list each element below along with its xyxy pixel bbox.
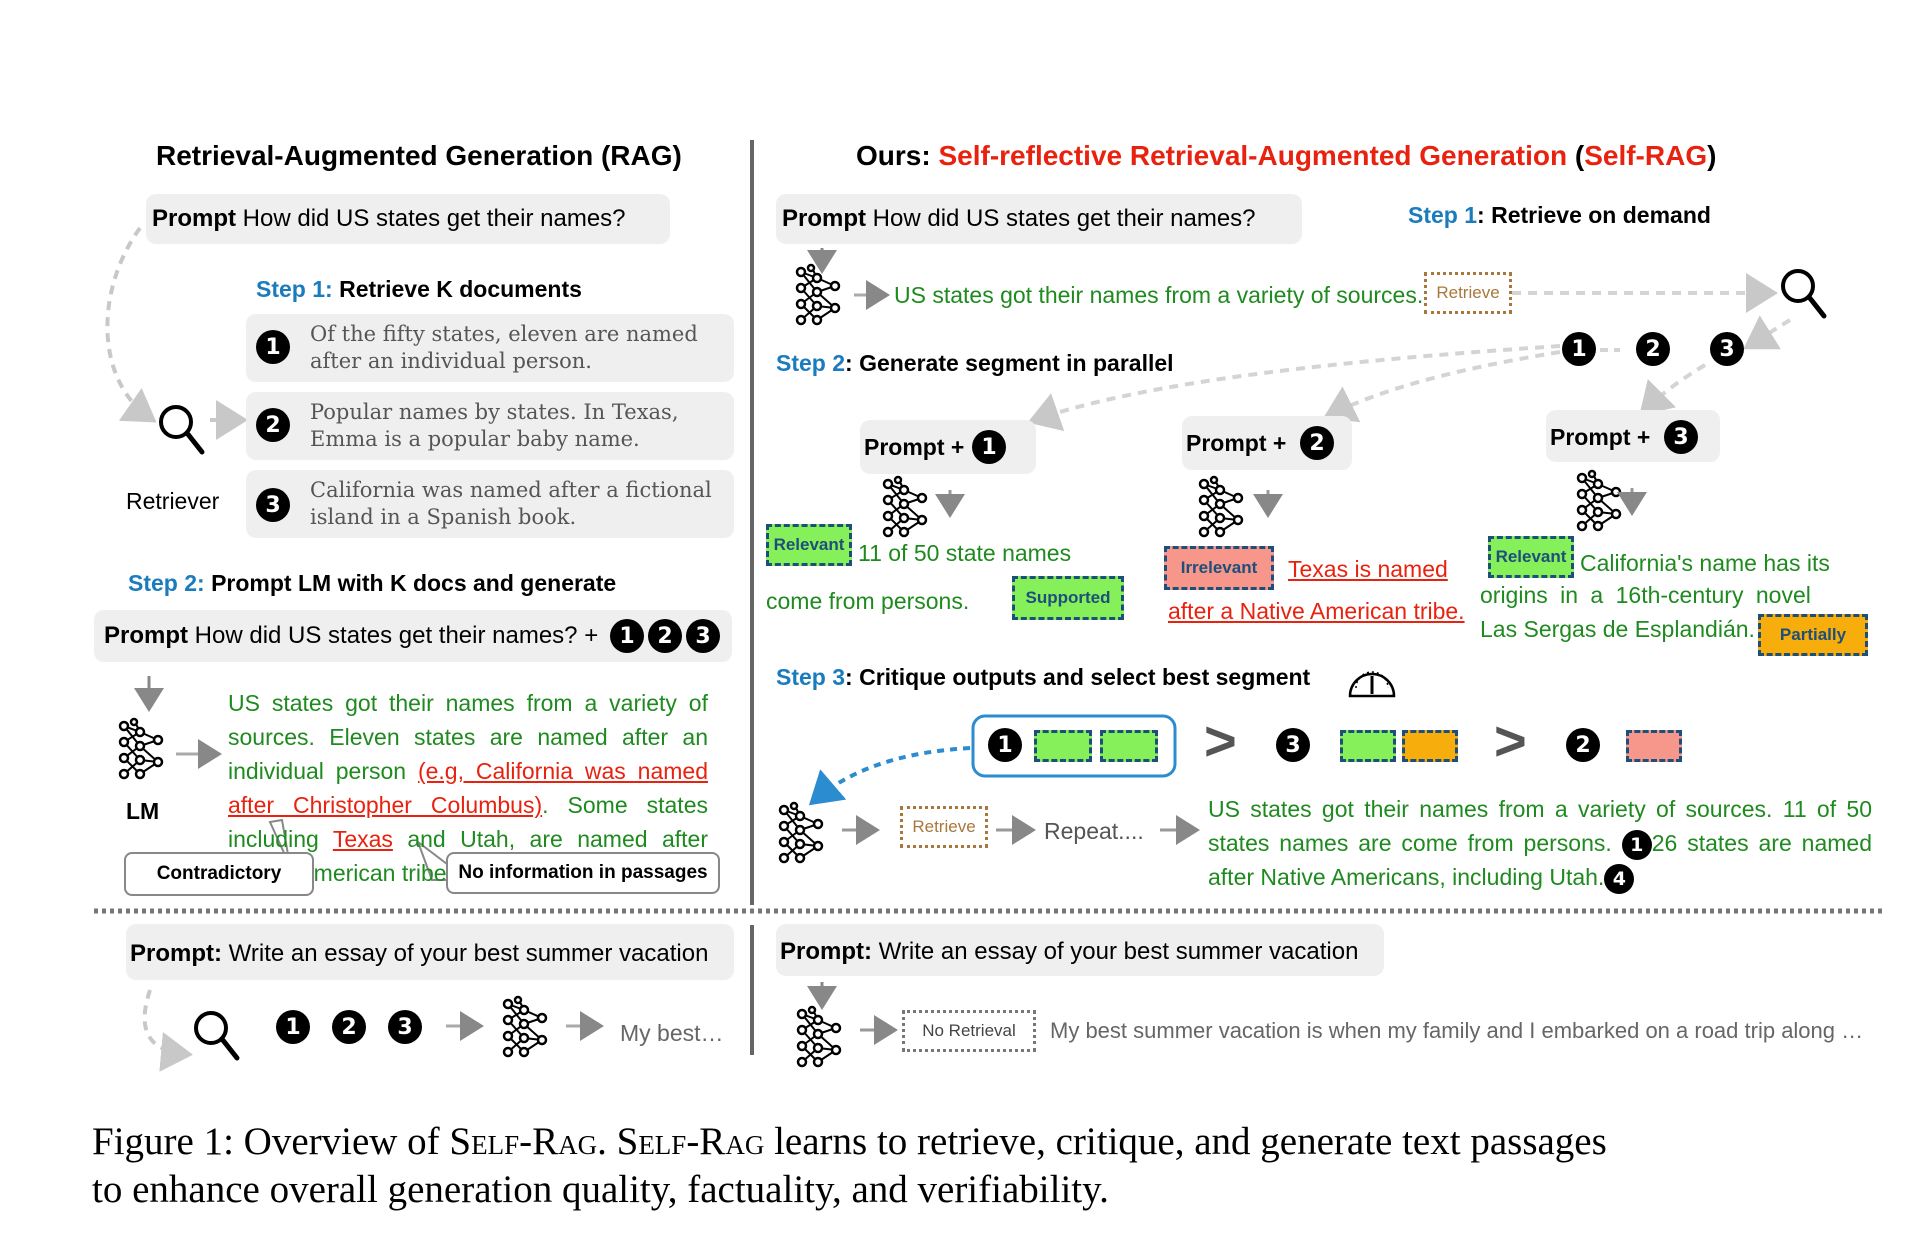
retrieved-doc-badge: 3 <box>1710 332 1744 366</box>
doc-number-badge: 3 <box>256 488 290 522</box>
lm-network-icon <box>118 717 164 780</box>
retriever-label: Retriever <box>126 488 220 514</box>
figure-caption-line2: to enhance overall generation quality, f… <box>92 1168 1109 1211</box>
prompt-to-retriever-arrow <box>105 226 157 423</box>
selfrag-step1-heading: Step 1: Retrieve on demand <box>1408 202 1711 228</box>
greater-than-sign: > <box>1494 709 1527 772</box>
rag-prompt-box: Prompt How did US states get their names… <box>146 194 670 244</box>
rag-title: Retrieval-Augmented Generation (RAG) <box>156 140 682 171</box>
selfrag-first-output: US states got their names from a variety… <box>894 282 1424 308</box>
parallel-lm-icon-3 <box>1576 469 1622 532</box>
repeat-label: Repeat.... <box>1044 818 1144 844</box>
doc-badge: 3 <box>686 619 720 653</box>
retrieve-token-loop: Retrieve <box>900 806 988 848</box>
segment-3-line1: California's name has its <box>1580 550 1830 576</box>
retrieved-doc-3: 3 California was named after a fictional… <box>246 470 734 538</box>
selfrag-final-output: US states got their names from a variety… <box>1208 792 1872 894</box>
segment-2-line1: Texas is named <box>1288 556 1448 582</box>
selfrag-lm-network-icon <box>795 263 841 326</box>
rank-1-badge: 1 <box>988 728 1022 762</box>
final-lm-network-icon <box>778 801 824 864</box>
rank-1-tag <box>1034 730 1092 762</box>
parallel-lm-icon-2 <box>1198 475 1244 538</box>
retrieved-doc-2: 2 Popular names by states. In Texas, Emm… <box>246 392 734 460</box>
parallel-prompt-3: Prompt + 3 <box>1546 410 1720 462</box>
rank-2-badge: 3 <box>1276 728 1310 762</box>
selfrag-retriever-search-icon <box>1783 271 1824 316</box>
retrieved-doc-1: 1 Of the fifty states, eleven are named … <box>246 314 734 382</box>
rag-bottom-prompt-box: Prompt: Write an essay of your best summ… <box>126 924 734 980</box>
no-info-callout: No information in passages <box>446 852 720 894</box>
retriever-search-icon <box>161 407 202 452</box>
greater-than-sign: > <box>1204 709 1237 772</box>
bottom-doc-badge: 1 <box>276 1010 310 1044</box>
retrieved-doc-badge: 1 <box>1562 332 1596 366</box>
partially-token: Partially <box>1758 614 1868 656</box>
bottom-doc-badge: 2 <box>332 1010 366 1044</box>
segment-1-line1: 11 of 50 state names <box>858 540 1072 566</box>
bottom-lm-network-icon <box>502 995 548 1058</box>
relevant-token-3: Relevant <box>1488 536 1574 578</box>
segment-2-line2: after a Native American tribe. <box>1168 598 1465 624</box>
figure-caption-line1: Figure 1: Overview of Self-Rag. Self-Rag… <box>92 1120 1607 1163</box>
relevant-token-1: Relevant <box>766 524 852 566</box>
doc-number-badge: 2 <box>256 408 290 442</box>
unsupported-span: Texas <box>332 826 393 852</box>
no-retrieval-token: No Retrieval <box>902 1010 1036 1052</box>
parallel-prompt-2: Prompt + 2 <box>1182 416 1352 470</box>
rag-step2-heading: Step 2: Prompt LM with K docs and genera… <box>128 570 617 596</box>
citation-badge: 1 <box>1621 830 1652 860</box>
doc-badge: 2 <box>648 619 682 653</box>
rag-bottom-output: My best… <box>620 1020 724 1046</box>
selfrag-step3-heading: Step 3: Critique outputs and select best… <box>776 664 1311 690</box>
segment-3-line2: origins in a 16th-century novel <box>1480 582 1811 608</box>
irrelevant-token: Irrelevant <box>1164 546 1274 590</box>
rag-prompt-with-docs-box: Prompt How did US states get their names… <box>94 610 732 662</box>
rag-step1-heading: Step 1: Retrieve K documents <box>256 276 582 302</box>
doc-badge: 1 <box>610 619 644 653</box>
doc-text: Popular names by states. In Texas, Emma … <box>310 400 679 451</box>
selfrag-title: Ours: Self-reflective Retrieval-Augmente… <box>856 140 1717 171</box>
prompt-label: Prompt <box>152 205 236 232</box>
parallel-prompt-1: Prompt + 1 <box>860 420 1036 474</box>
segment-3-line3: Las Sergas de Esplandián. <box>1480 616 1755 642</box>
selfrag-bottom-output: My best summer vacation is when my famil… <box>1050 1018 1864 1043</box>
segment-1-line2: come from persons. <box>766 588 970 614</box>
retrieve-token: Retrieve <box>1424 272 1512 314</box>
bottom-doc-badge: 3 <box>388 1010 422 1044</box>
rank-1-tag <box>1100 730 1158 762</box>
prompt-text: How did US states get their names? <box>242 205 626 232</box>
contradictory-callout: Contradictory <box>124 852 314 896</box>
lm-label: LM <box>126 798 160 824</box>
doc-text: Of the fifty states, eleven are named af… <box>310 322 698 373</box>
rank-2-tag <box>1340 730 1396 762</box>
selfrag-prompt-box: Prompt How did US states get their names… <box>776 194 1302 244</box>
selfrag-step2-heading: Step 2: Generate segment in parallel <box>776 350 1174 376</box>
supported-token: Supported <box>1012 576 1124 620</box>
bottom-selfrag-lm-icon <box>796 1005 842 1068</box>
rank-3-tag <box>1626 730 1682 762</box>
rank-2-tag <box>1402 730 1458 762</box>
doc-number-badge: 1 <box>256 330 290 364</box>
retrieved-doc-badge: 2 <box>1636 332 1670 366</box>
doc-text: California was named after a fictional i… <box>310 478 712 529</box>
rank-3-badge: 2 <box>1566 728 1600 762</box>
bottom-retriever-search-icon <box>196 1013 237 1058</box>
parallel-lm-icon-1 <box>882 475 928 538</box>
citation-badge: 4 <box>1604 864 1635 894</box>
selfrag-bottom-prompt-box: Prompt: Write an essay of your best summ… <box>776 924 1384 976</box>
critique-gauge-icon <box>1348 671 1396 698</box>
